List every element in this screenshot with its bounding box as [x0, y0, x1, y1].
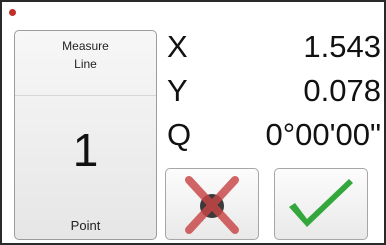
accept-button[interactable] — [274, 168, 368, 240]
measure-line-panel[interactable]: Measure Line 1 Point — [14, 30, 157, 240]
x-value: 1.543 — [303, 29, 381, 64]
q-label: Q — [167, 117, 192, 152]
point-count: 1 — [72, 124, 99, 176]
point-unit-label: Point — [70, 218, 101, 233]
panel-divider — [15, 95, 156, 96]
y-label: Y — [167, 73, 188, 108]
cancel-button[interactable] — [165, 168, 259, 240]
x-label: X — [167, 29, 188, 64]
measure-type-label: Measure Line — [62, 39, 109, 71]
measurement-window: Measure Line 1 Point X 1.543 Y 0.078 Q 0… — [0, 0, 386, 245]
status-indicator — [9, 9, 16, 16]
y-value: 0.078 — [303, 73, 381, 108]
cancel-x-icon — [175, 174, 249, 234]
checkmark-icon — [281, 175, 361, 233]
q-value: 0°00'00" — [265, 117, 381, 152]
